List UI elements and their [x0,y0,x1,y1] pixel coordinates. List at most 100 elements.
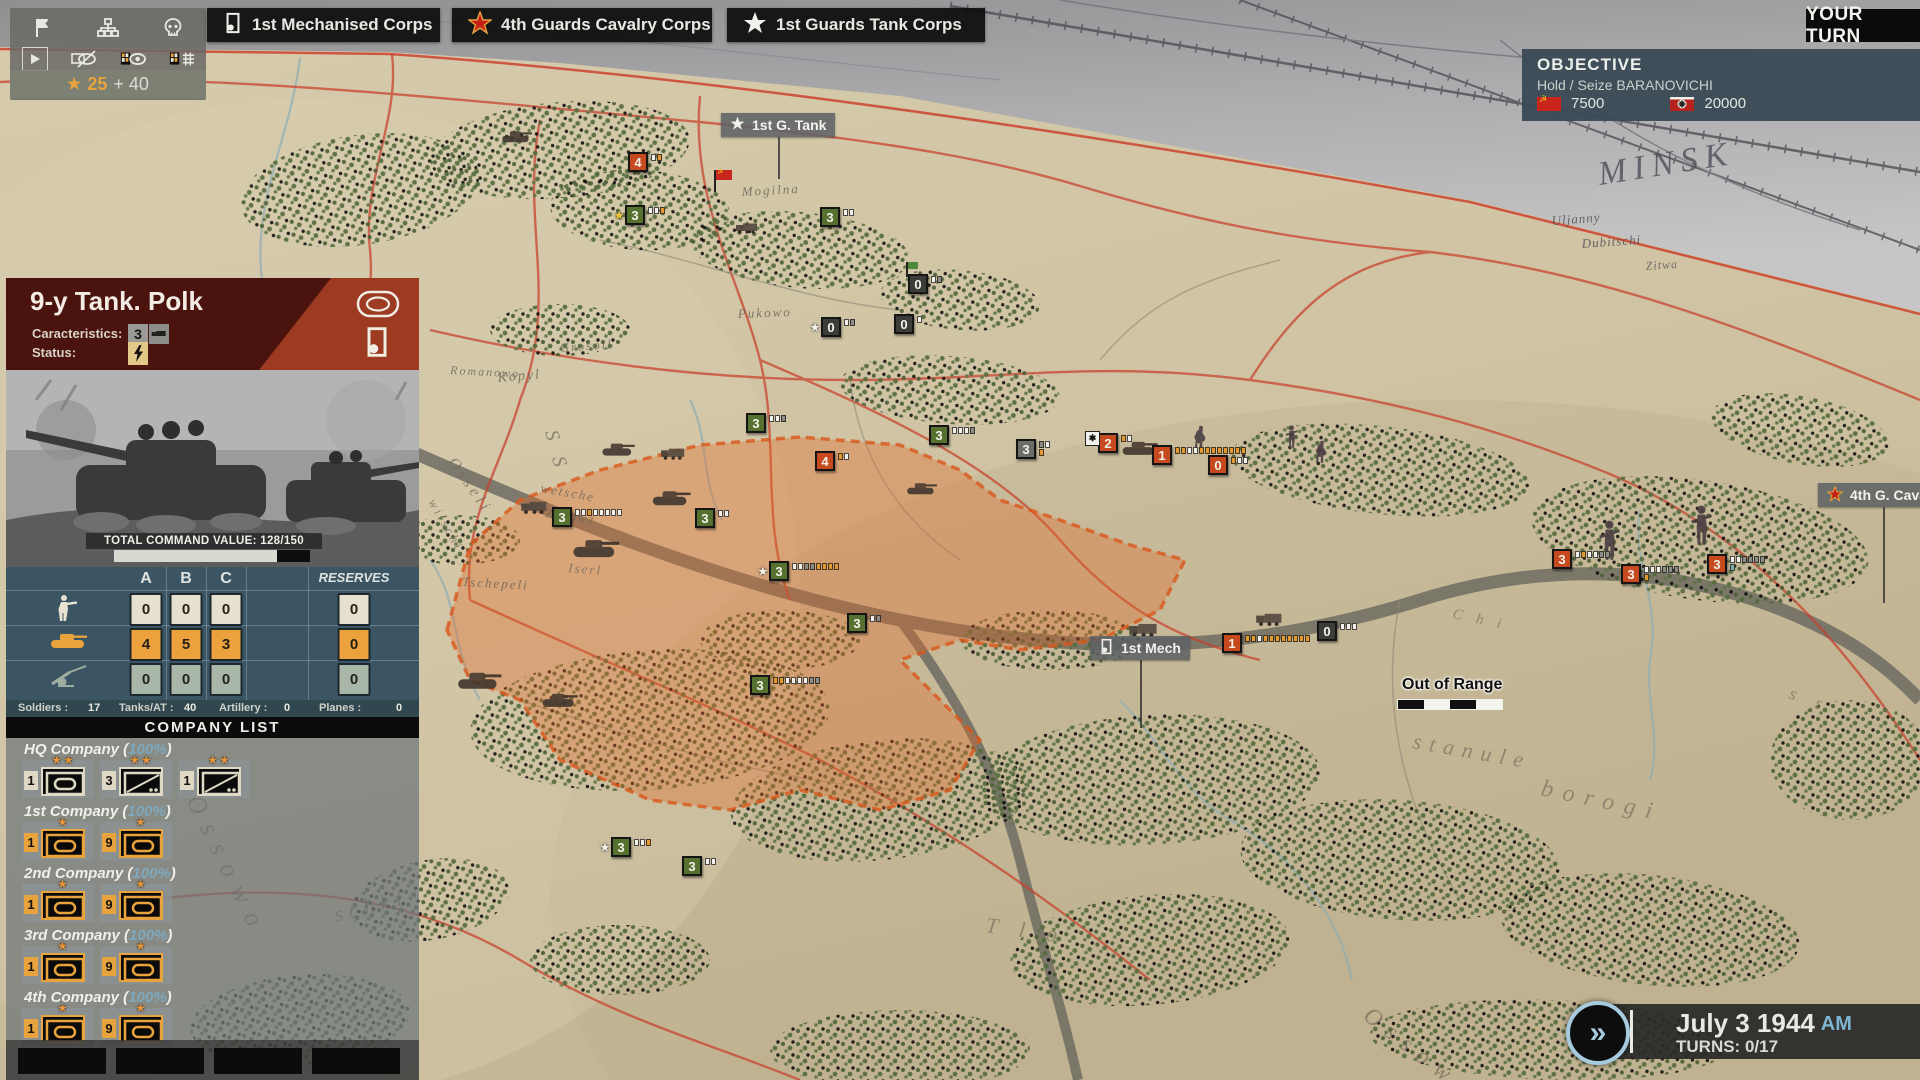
mech-icon [1099,638,1114,658]
company-list: HQ Company (100%)1★★3★★1★★1st Company (1… [6,738,419,1040]
map-unit-counter[interactable]: 3 [552,507,572,527]
veterancy-stars: ★★ [41,753,85,767]
map-unit-counter[interactable]: 3 [1016,439,1036,459]
counter-star-icon: ★ [614,209,624,222]
map-unit-counter[interactable]: 3★ [769,561,789,581]
empty-slot[interactable] [116,1048,204,1074]
map-unit-counter[interactable]: 3★ [611,837,631,857]
characteristics-value: 3 [128,324,148,344]
company-unit-tile[interactable]: 1★ [22,822,94,860]
org-chart-icon[interactable] [95,16,121,40]
transport-icon [149,324,169,344]
map-unit-counter[interactable]: 3 [847,613,867,633]
company-unit-tile[interactable]: 1★ [22,884,94,922]
hide-units-icon[interactable] [71,47,97,71]
map-unit-counter[interactable]: 3 [1552,549,1572,569]
soviet-flag-icon: ☭ [1537,97,1561,111]
mech-corps-icon [223,12,243,39]
company-unit-tile[interactable]: 9★ [100,946,172,984]
map-unit-counter[interactable]: 1 [1152,445,1172,465]
map-unit-counter[interactable]: 3 [746,413,766,433]
corps-tab-1[interactable]: 1st Mechanised Corps [207,8,440,42]
map-unit-counter[interactable]: 3★ [625,205,645,225]
map-unit-counter[interactable]: 3 [1621,564,1641,584]
star-icon: ★ [67,74,81,94]
column-header-B: B [180,570,192,588]
veterancy-stars: ★ [41,939,85,953]
empty-slot[interactable] [312,1048,400,1074]
map-unit-counter[interactable]: 0★ [821,317,841,337]
map-unit-counter[interactable]: 4 [628,152,648,172]
composition-table: ABC RESERVES 000045300000 [6,567,419,700]
tank-unit-icon [119,891,163,920]
corps-tab-3[interactable]: 1st Guards Tank Corps [727,8,985,42]
tank-class-icon [356,290,400,323]
map-unit-counter[interactable]: 0 [1317,621,1337,641]
map-unit-counter[interactable]: 0 [894,314,914,334]
play-icon[interactable] [22,47,48,71]
veterancy-stars: ★★ [197,753,241,767]
map-unit-counter[interactable]: 4 [815,451,835,471]
corps-tab-2[interactable]: 4th Guards Cavalry Corps [452,8,712,42]
veterancy-stars: ★ [41,815,85,829]
turn-panel: » July 3 1944AM TURNS: 0/17 [1590,1004,1920,1059]
corps-tab-label: 4th Guards Cavalry Corps [501,15,711,35]
column-header-C: C [220,570,232,588]
command-value-label: TOTAL COMMAND VALUE: 128/150 [86,533,322,549]
stat-value: 40 [184,702,196,714]
out-of-range-label: Out of Range [1402,676,1502,694]
objective-description: Hold / Seize BARANOVICHI [1537,77,1920,93]
game-date: July 3 1944AM [1676,1008,1852,1039]
map-unit-counter[interactable]: 0 [1208,455,1228,475]
map-unit-counter[interactable]: 3 [929,425,949,445]
waypoint-text: 4th G. Cava... [1850,487,1920,503]
waypoint-label[interactable]: 4th G. Cava... [1818,483,1920,507]
company-unit-tile[interactable]: 9★ [100,884,172,922]
company-unit-tile[interactable]: 1★ [22,946,94,984]
map-unit-counter[interactable]: 1 [1222,633,1242,653]
unit-name: 9-y Tank. Polk [30,286,203,317]
flag-icon[interactable] [30,16,56,40]
empty-slot[interactable] [18,1048,106,1074]
map-unit-counter[interactable]: 3 [695,508,715,528]
map-place-name: Pukowo [737,304,792,321]
turn-status-banner: YOUR TURN [1806,9,1920,42]
empty-slot[interactable] [214,1048,302,1074]
stat-label: Artillery : [219,702,267,714]
waypoint-text: 1st Mech [1121,640,1181,656]
company-unit-tile[interactable]: 1★★ [22,760,94,798]
stat-value: 0 [396,702,402,714]
unit-count-badge: 1 [24,895,38,914]
map-unit-counter[interactable]: 3 [1707,554,1727,574]
unit-grid-icon[interactable] [169,47,195,71]
waypoint-label[interactable]: 1st G. Tank [721,113,835,137]
unit-stats-row: Soldiers :17Tanks/AT :40Artillery :0Plan… [6,700,419,717]
skull-icon[interactable] [160,16,186,40]
map-unit-counter[interactable]: 2✱ [1098,433,1118,453]
map-truck-silhouette [661,449,684,460]
tank-unit-icon [41,953,85,982]
company-unit-tile[interactable]: 3★★ [100,760,172,798]
company-unit-tile[interactable]: 9★ [100,822,172,860]
map-unit-counter[interactable]: 3 [682,856,702,876]
map-place-name: Iserl [567,560,603,578]
table-cell-infantry-B: 0 [170,593,203,626]
end-turn-button[interactable]: » [1566,1001,1630,1065]
table-cell-artillery-A: 0 [130,663,163,696]
map-unit-counter[interactable]: 3 [820,207,840,227]
reserve-cell-tank: 0 [338,628,371,661]
veterancy-stars: ★ [119,1001,163,1015]
show-units-icon[interactable] [120,47,146,71]
company-unit-tile[interactable]: 1★★ [178,760,250,798]
counter-star-icon: ★ [810,321,820,334]
range-scale-bar [1398,700,1502,709]
counter-badge-icon: ✱ [1085,431,1100,446]
empty-slot-row [6,1040,419,1080]
map-place-name: Zitwa [1645,257,1678,273]
tank-unit-icon [119,953,163,982]
map-unit-counter[interactable]: 3 [750,675,770,695]
resource-value: 25 [87,74,107,95]
veterancy-stars: ★ [119,877,163,891]
waypoint-label[interactable]: 1st Mech [1090,636,1190,660]
unit-detail-panel: 9-y Tank. Polk Caracteristics: 3 Status: [6,278,419,1080]
